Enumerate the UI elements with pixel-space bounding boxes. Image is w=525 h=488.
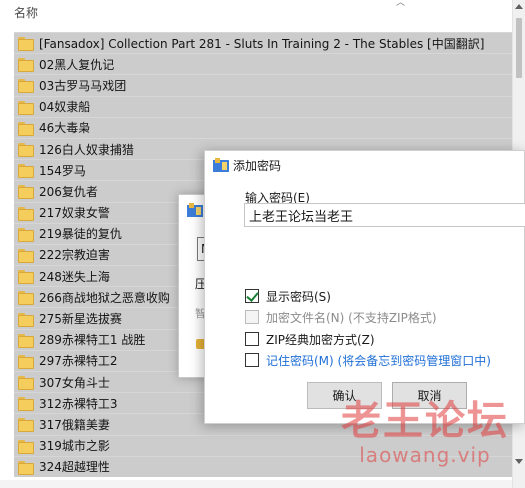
cancel-button[interactable]: 取消 — [392, 382, 467, 409]
archive-app-icon — [213, 158, 229, 172]
folder-icon — [18, 291, 34, 306]
column-header-name[interactable]: 名称 ︿ — [0, 0, 510, 26]
sort-ascending-icon: ︿ — [396, 0, 406, 8]
status-strip — [0, 480, 512, 488]
checkbox-disabled-icon — [245, 310, 259, 324]
list-item[interactable]: 03古罗马马戏团 — [14, 74, 512, 96]
dialog-title: 添加密码 — [233, 159, 282, 173]
add-password-dialog: 添加密码 输入密码(E) 显示密码(S) 加密文件名(N) (不支持ZIP格式)… — [204, 150, 525, 424]
checkbox-icon[interactable] — [245, 332, 259, 346]
folder-icon — [18, 58, 34, 73]
scroll-up-arrow-icon[interactable] — [515, 4, 523, 9]
folder-icon — [18, 312, 34, 327]
confirm-button[interactable]: 确认 — [307, 382, 382, 409]
list-item[interactable]: 319城市之影 — [14, 434, 512, 456]
column-header-label: 名称 — [14, 6, 39, 20]
folder-icon — [18, 37, 34, 52]
folder-icon — [18, 100, 34, 115]
folder-icon — [18, 79, 34, 94]
show-password-checkbox[interactable]: 显示密码(S) — [245, 287, 331, 305]
folder-icon — [18, 439, 34, 454]
folder-icon — [18, 418, 34, 433]
list-item[interactable]: [Fansadox] Collection Part 281 - Sluts I… — [14, 32, 512, 54]
remember-password-checkbox[interactable]: 记住密码(M) (将会备忘到密码管理窗口中) — [245, 351, 491, 369]
folder-icon — [18, 354, 34, 369]
folder-icon — [18, 227, 34, 242]
folder-icon — [18, 164, 34, 179]
list-item[interactable]: 324超越理性 — [14, 455, 512, 477]
zip-classic-encryption-checkbox[interactable]: ZIP经典加密方式(Z) — [245, 330, 375, 348]
folder-icon — [18, 206, 34, 221]
dialog-titlebar[interactable]: 添加密码 — [205, 151, 524, 179]
list-item[interactable]: 02黑人复仇记 — [14, 53, 512, 75]
folder-icon — [18, 143, 34, 158]
folder-icon — [18, 397, 34, 412]
folder-icon — [18, 270, 34, 285]
scroll-down-arrow-icon[interactable] — [515, 459, 523, 464]
scrollbar-thumb[interactable] — [516, 18, 522, 78]
folder-icon — [18, 248, 34, 263]
password-input[interactable] — [244, 203, 525, 227]
folder-icon — [18, 460, 34, 475]
folder-icon — [18, 185, 34, 200]
list-item[interactable]: 04奴隶船 — [14, 95, 512, 117]
list-item[interactable]: 46大毒枭 — [14, 116, 512, 138]
folder-icon — [18, 121, 34, 136]
encrypt-filenames-checkbox: 加密文件名(N) (不支持ZIP格式) — [245, 308, 437, 326]
folder-icon — [18, 333, 34, 348]
archive-app-icon — [187, 203, 203, 217]
checkbox-icon[interactable] — [245, 353, 259, 367]
folder-icon — [18, 376, 34, 391]
checkbox-checked-icon[interactable] — [245, 289, 259, 303]
